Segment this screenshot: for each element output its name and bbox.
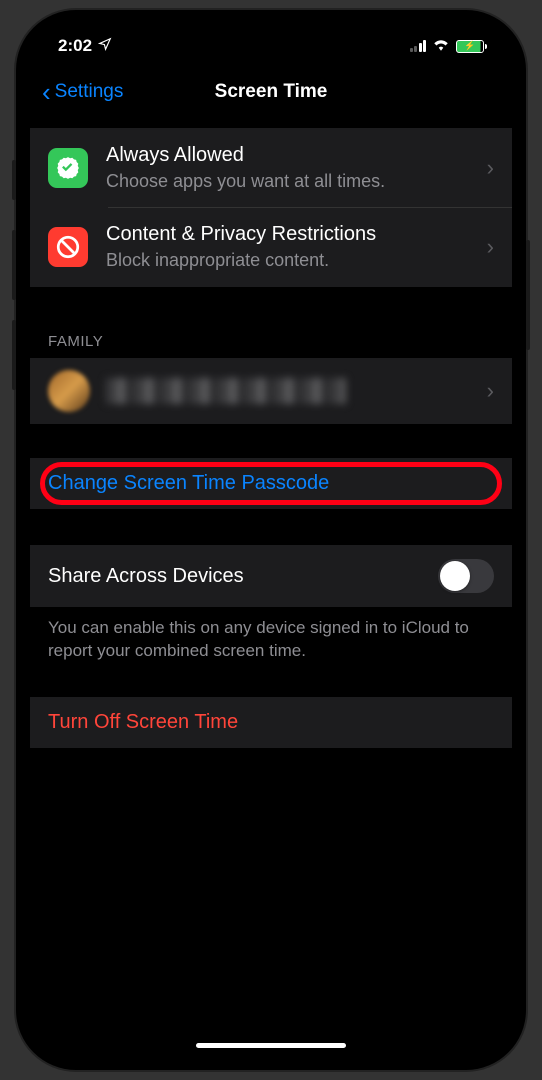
phone-frame: 2:02 ⚡ ‹ Settings (16, 10, 526, 1070)
home-indicator[interactable] (196, 1043, 346, 1048)
row-subtitle: Choose apps you want at all times. (106, 170, 477, 193)
nav-bar: ‹ Settings Screen Time (30, 68, 512, 116)
turn-off-button[interactable]: Turn Off Screen Time (30, 697, 512, 748)
chevron-right-icon: › (487, 234, 494, 260)
share-title: Share Across Devices (48, 563, 438, 589)
family-member-name-redacted (106, 378, 346, 404)
status-time: 2:02 (58, 36, 92, 56)
share-footer-text: You can enable this on any device signed… (30, 607, 512, 663)
row-subtitle: Block inappropriate content. (106, 249, 477, 272)
family-section-header: FAMILY (30, 323, 512, 358)
wifi-icon (432, 36, 450, 56)
avatar (48, 370, 90, 412)
row-share-across-devices[interactable]: Share Across Devices (30, 545, 512, 607)
notch (166, 24, 376, 52)
no-entry-icon (48, 227, 88, 267)
turn-off-label: Turn Off Screen Time (48, 711, 238, 734)
change-passcode-button[interactable]: Change Screen Time Passcode (30, 458, 512, 509)
change-passcode-label: Change Screen Time Passcode (48, 472, 329, 495)
row-always-allowed[interactable]: Always Allowed Choose apps you want at a… (30, 128, 512, 207)
screen: 2:02 ⚡ ‹ Settings (30, 24, 512, 1056)
volume-down (12, 320, 16, 390)
location-icon (98, 36, 112, 56)
battery-icon: ⚡ (456, 40, 484, 53)
page-title: Screen Time (215, 81, 328, 103)
chevron-right-icon: › (487, 155, 494, 181)
checkmark-badge-icon (48, 148, 88, 188)
share-toggle[interactable] (438, 559, 494, 593)
cell-signal-icon (410, 40, 427, 52)
row-content-privacy[interactable]: Content & Privacy Restrictions Block ina… (30, 207, 512, 286)
volume-up (12, 230, 16, 300)
chevron-left-icon: ‹ (42, 79, 51, 105)
power-button (526, 240, 530, 350)
back-label: Settings (55, 81, 124, 103)
row-title: Always Allowed (106, 142, 477, 168)
back-button[interactable]: ‹ Settings (42, 79, 123, 105)
family-member-row[interactable]: › (30, 358, 512, 424)
mute-switch (12, 160, 16, 200)
chevron-right-icon: › (487, 378, 494, 404)
row-title: Content & Privacy Restrictions (106, 221, 477, 247)
switch-knob (440, 561, 470, 591)
